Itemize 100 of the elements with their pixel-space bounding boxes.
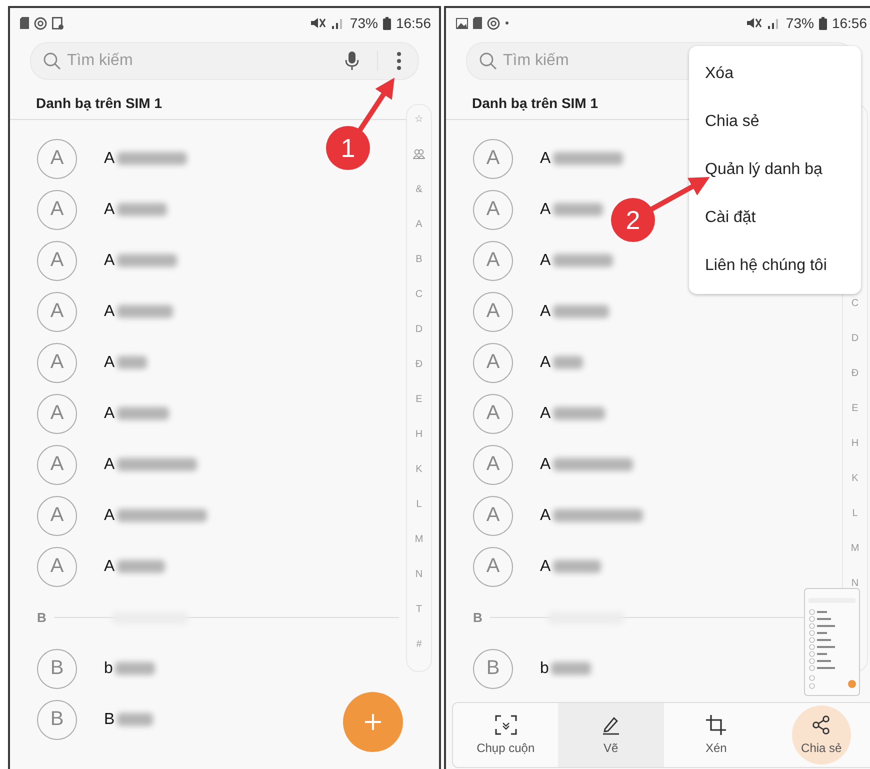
image-icon xyxy=(456,18,468,28)
avatar: A xyxy=(473,394,513,434)
avatar: B xyxy=(37,700,77,740)
avatar: B xyxy=(37,648,77,688)
index-letter[interactable]: C xyxy=(415,289,423,301)
index-letter[interactable]: K xyxy=(416,464,422,476)
index-letter[interactable]: H xyxy=(415,429,423,441)
sd-card-icon xyxy=(20,17,29,29)
avatar: A xyxy=(473,138,513,178)
redaction-blur xyxy=(116,305,173,318)
search-bar[interactable]: Tìm kiếm xyxy=(30,42,419,80)
index-letter[interactable]: T xyxy=(416,604,422,616)
redaction-blur xyxy=(114,662,155,675)
redaction-blur xyxy=(552,356,583,369)
index-letter[interactable]: N xyxy=(415,569,423,581)
contact-name: A xyxy=(540,456,551,474)
group-letter: B xyxy=(37,610,46,625)
crop-icon xyxy=(706,715,726,735)
avatar: A xyxy=(37,496,77,536)
redaction-blur xyxy=(552,305,609,318)
contact-name: A xyxy=(540,302,551,320)
section-title: Danh bạ trên SIM 1 xyxy=(36,95,162,111)
group-icon[interactable] xyxy=(413,149,425,159)
redaction-blur xyxy=(552,254,613,267)
scroll-capture-icon xyxy=(494,715,517,735)
avatar: A xyxy=(37,546,77,586)
section-title: Danh bạ trên SIM 1 xyxy=(472,95,598,111)
index-letter[interactable]: C xyxy=(851,298,859,310)
redaction-blur xyxy=(116,152,187,165)
avatar: A xyxy=(473,240,513,280)
avatar: A xyxy=(37,444,77,484)
avatar: A xyxy=(473,546,513,586)
contact-name: A xyxy=(540,200,551,218)
redaction-blur xyxy=(116,713,153,726)
index-letter[interactable]: N xyxy=(851,578,859,590)
index-letter[interactable]: M xyxy=(414,534,424,546)
index-letter[interactable]: Đ xyxy=(415,359,423,371)
toolbar-button[interactable]: Chụp cuộn xyxy=(453,703,558,767)
avatar: A xyxy=(473,496,513,536)
index-letter[interactable]: # xyxy=(416,639,422,651)
index-letter[interactable]: E xyxy=(852,403,858,415)
contact-name: A xyxy=(540,150,551,168)
battery-icon xyxy=(818,16,827,30)
redaction-blur xyxy=(552,203,603,216)
index-letter[interactable]: & xyxy=(416,184,422,196)
toolbar-button[interactable]: Xén xyxy=(664,703,769,767)
redaction-blur xyxy=(550,662,591,675)
more-options-icon[interactable] xyxy=(396,51,402,71)
sd-card-icon xyxy=(473,17,482,29)
clock: 16:56 xyxy=(832,15,867,31)
search-icon xyxy=(479,52,497,70)
index-letter[interactable]: K xyxy=(852,473,858,485)
contact-name: A xyxy=(540,506,551,524)
microphone-icon[interactable] xyxy=(345,51,359,71)
avatar: A xyxy=(473,342,513,382)
contact-name: A xyxy=(104,150,115,168)
index-letter[interactable]: E xyxy=(416,394,422,406)
search-field[interactable]: Tìm kiếm xyxy=(65,51,341,71)
toolbar-button[interactable]: Vẽ xyxy=(558,703,664,767)
index-letter[interactable]: L xyxy=(416,499,422,511)
avatar: B xyxy=(473,648,513,688)
avatar: A xyxy=(37,292,77,332)
group-letter: B xyxy=(473,610,482,625)
index-scrollbar[interactable]: ☆ & A B C D Đ E H K L M N T # xyxy=(406,104,432,672)
index-letter[interactable]: L xyxy=(852,508,858,520)
contact-name: A xyxy=(104,404,115,422)
contact-name: A xyxy=(540,558,551,576)
index-letter[interactable]: ☆ xyxy=(414,114,424,126)
redaction-blur xyxy=(552,407,605,420)
contact-name: b xyxy=(540,660,549,678)
index-letter[interactable]: H xyxy=(851,438,859,450)
contact-name: A xyxy=(540,404,551,422)
arrow xyxy=(358,78,395,132)
screenshot-thumbnail[interactable] xyxy=(804,588,860,696)
contact-name: A xyxy=(104,302,115,320)
index-letter[interactable]: Đ xyxy=(851,368,859,380)
index-letter[interactable]: A xyxy=(416,219,422,231)
redaction-blur xyxy=(116,356,147,369)
battery-icon xyxy=(382,16,391,30)
avatar: A xyxy=(37,394,77,434)
redaction-blur xyxy=(552,152,623,165)
avatar: A xyxy=(473,190,513,230)
redaction-blur xyxy=(116,203,167,216)
mute-icon xyxy=(310,17,326,29)
index-letter[interactable]: B xyxy=(416,254,422,266)
contact-name: A xyxy=(104,456,115,474)
contact-name: A xyxy=(104,252,115,270)
sync-icon xyxy=(487,16,500,30)
search-icon xyxy=(43,52,61,70)
redaction-blur xyxy=(116,407,169,420)
avatar: A xyxy=(473,292,513,332)
contact-name: A xyxy=(104,200,115,218)
signal-icon xyxy=(330,17,345,29)
index-letter[interactable]: M xyxy=(850,543,860,555)
contact-name: A xyxy=(104,506,115,524)
screenshot-icon xyxy=(52,16,64,30)
contact-name: A xyxy=(104,354,115,372)
battery-percent: 73% xyxy=(786,15,814,31)
index-letter[interactable]: D xyxy=(851,333,859,345)
index-letter[interactable]: D xyxy=(415,324,423,336)
